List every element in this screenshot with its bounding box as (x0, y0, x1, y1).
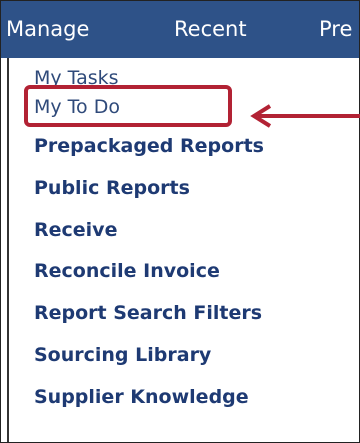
menu-manage[interactable]: Manage (6, 17, 90, 41)
menu-item-public-reports[interactable]: Public Reports (34, 176, 190, 200)
menu-item-sourcing-library[interactable]: Sourcing Library (34, 343, 211, 367)
menu-pre[interactable]: Pre (319, 17, 352, 41)
menu-item-receive[interactable]: Receive (34, 218, 117, 242)
menu-bar: Manage Recent Pre (1, 1, 359, 58)
menu-item-my-tasks[interactable]: My Tasks (34, 66, 119, 90)
menu-item-prepackaged-reports[interactable]: Prepackaged Reports (34, 134, 264, 158)
menu-item-report-search-filters[interactable]: Report Search Filters (34, 301, 262, 325)
manage-dropdown-menu: My Tasks My To Do Prepackaged Reports Pu… (7, 58, 359, 442)
menu-recent[interactable]: Recent (174, 17, 247, 41)
menu-item-reconcile-invoice[interactable]: Reconcile Invoice (34, 259, 220, 283)
menu-item-my-to-do[interactable]: My To Do (34, 95, 120, 119)
menu-item-supplier-knowledge[interactable]: Supplier Knowledge (34, 385, 249, 409)
